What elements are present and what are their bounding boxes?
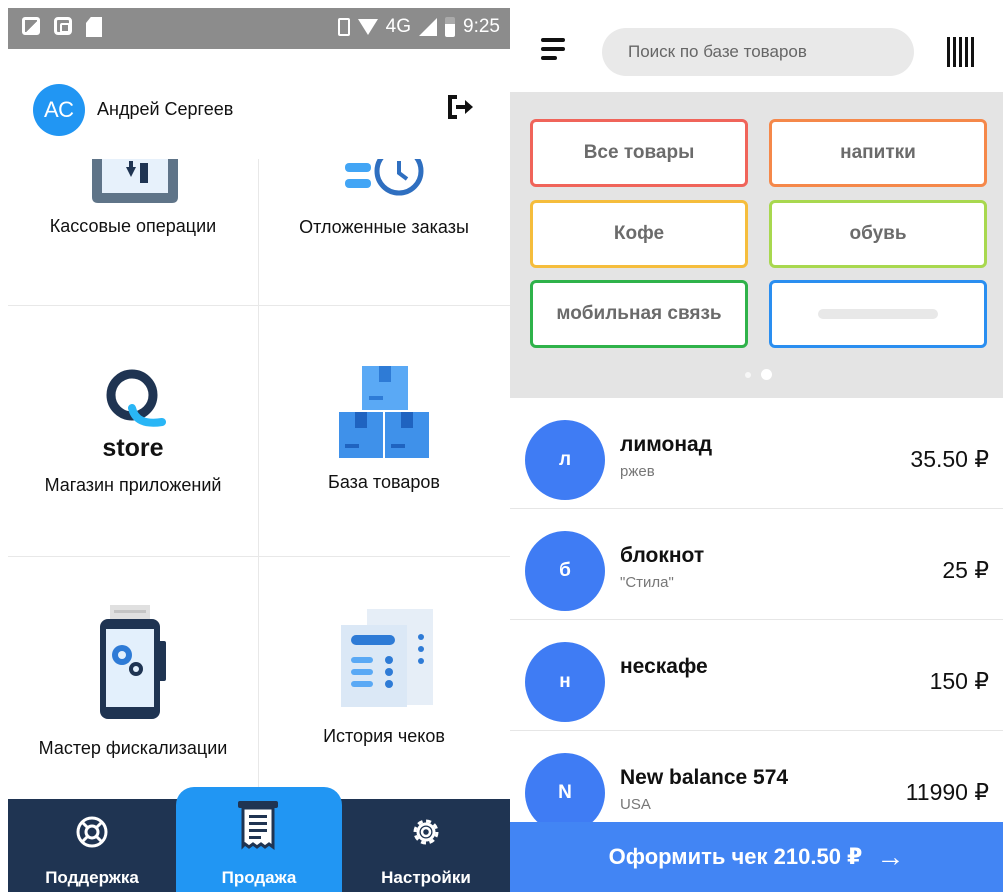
barcode-scanner-icon[interactable] [947, 37, 977, 67]
receipts-icon [341, 609, 433, 707]
placeholder-bar [818, 309, 938, 319]
hamburger-menu-icon[interactable] [541, 38, 567, 64]
avatar[interactable]: АС [33, 84, 85, 136]
receipt-icon [238, 801, 278, 850]
signal-icon [419, 18, 438, 36]
category-drinks[interactable]: напитки [769, 119, 987, 187]
product-avatar: N [525, 753, 605, 833]
product-name: блокнот [620, 544, 705, 567]
menu-fiscal-wizard[interactable]: Мастер фискализации [8, 557, 258, 799]
user-name: Андрей Сергеев [97, 99, 234, 119]
product-row[interactable]: н нескафе 150 ₽ [510, 620, 1003, 731]
menu-cash-operations[interactable]: Кассовые операции [8, 159, 258, 305]
main-menu-screen: 4G 9:25 АС Андрей Сергеев Кассовые опера… [8, 8, 510, 892]
nav-support[interactable]: Поддержка [8, 799, 176, 892]
fiscal-terminal-icon [100, 605, 166, 719]
product-name: нескафе [620, 655, 708, 678]
menu-deferred-orders[interactable]: Отложенные заказы [259, 159, 509, 305]
nav-label: Поддержка [45, 868, 139, 887]
menu-label: Магазин приложений [44, 475, 222, 495]
checkout-label: Оформить чек 210.50 ₽ [608, 844, 863, 869]
product-avatar: н [525, 642, 605, 722]
sd-card-icon [86, 17, 102, 37]
product-avatar: л [525, 420, 605, 500]
menu-grid: Кассовые операции Отложенные заказы stor… [8, 159, 510, 799]
clock: 9:25 [463, 16, 500, 37]
deferred-clock-icon [345, 159, 424, 196]
menu-label: Отложенные заказы [299, 217, 469, 237]
product-price: 11990 ₽ [905, 779, 989, 805]
qstore-logo-icon [106, 369, 166, 427]
product-name: New balance 574 [620, 766, 789, 789]
category-coffee[interactable]: Кофе [530, 200, 748, 268]
page-dot-active[interactable] [761, 369, 772, 380]
category-empty[interactable] [769, 280, 987, 348]
menu-label: История чеков [323, 726, 445, 746]
nav-sale[interactable]: Продажа [176, 787, 342, 892]
battery-icon [445, 17, 456, 37]
search-input[interactable]: Поиск по базе товаров [602, 28, 914, 76]
arrow-right-icon: → [876, 841, 905, 872]
nav-label: Настройки [381, 868, 471, 887]
vibrate-icon [337, 18, 350, 36]
checkout-button[interactable]: Оформить чек 210.50 ₽ → [510, 822, 1003, 892]
top-bar: Поиск по базе товаров [510, 0, 1003, 92]
menu-label: Кассовые операции [49, 216, 217, 236]
category-panel: Все товары напитки Кофе обувь мобильная … [510, 92, 1003, 398]
product-price: 150 ₽ [929, 668, 989, 694]
wifi-icon [357, 19, 378, 35]
category-mobile[interactable]: мобильная связь [530, 280, 748, 348]
network-type: 4G [385, 16, 412, 37]
store-logo-text: store [102, 434, 164, 462]
page-dot[interactable] [745, 371, 751, 378]
status-bar: 4G 9:25 [8, 8, 510, 49]
product-avatar: б [525, 531, 605, 611]
nav-label: Продажа [221, 868, 297, 887]
product-subtitle: ржев [620, 463, 655, 480]
product-subtitle: USA [620, 796, 651, 813]
screenshot-pair: 4G 9:25 АС Андрей Сергеев Кассовые опера… [0, 0, 1003, 892]
product-price: 25 ₽ [942, 557, 989, 583]
bottom-navigation: Поддержка Продажа Настройки [8, 787, 510, 892]
menu-receipt-history[interactable]: История чеков [259, 557, 509, 799]
product-row[interactable]: л лимонад ржев 35.50 ₽ [510, 398, 1003, 509]
category-all-products[interactable]: Все товары [530, 119, 748, 187]
screenshot-notification-icon [54, 17, 72, 35]
product-row[interactable]: б блокнот "Стила" 25 ₽ [510, 509, 1003, 620]
menu-label: База товаров [328, 472, 440, 492]
gallery-notification-icon [22, 17, 40, 35]
sale-screen: Поиск по базе товаров Все товары напитки… [510, 0, 1003, 892]
product-boxes-icon [339, 366, 429, 458]
nav-settings[interactable]: Настройки [342, 799, 510, 892]
product-name: лимонад [620, 433, 713, 456]
menu-product-base[interactable]: База товаров [259, 306, 509, 556]
category-shoes[interactable]: обувь [769, 200, 987, 268]
product-price: 35.50 ₽ [910, 446, 989, 472]
logout-icon[interactable] [445, 92, 475, 122]
user-profile-header: АС Андрей Сергеев [8, 49, 510, 159]
page-indicator [745, 369, 772, 380]
menu-label: Мастер фискализации [38, 738, 228, 758]
cash-register-icon [92, 159, 178, 203]
lifebuoy-icon [76, 816, 108, 848]
menu-app-store[interactable]: store Магазин приложений [8, 306, 258, 556]
gear-icon [413, 819, 439, 845]
product-subtitle: "Стила" [620, 574, 674, 591]
